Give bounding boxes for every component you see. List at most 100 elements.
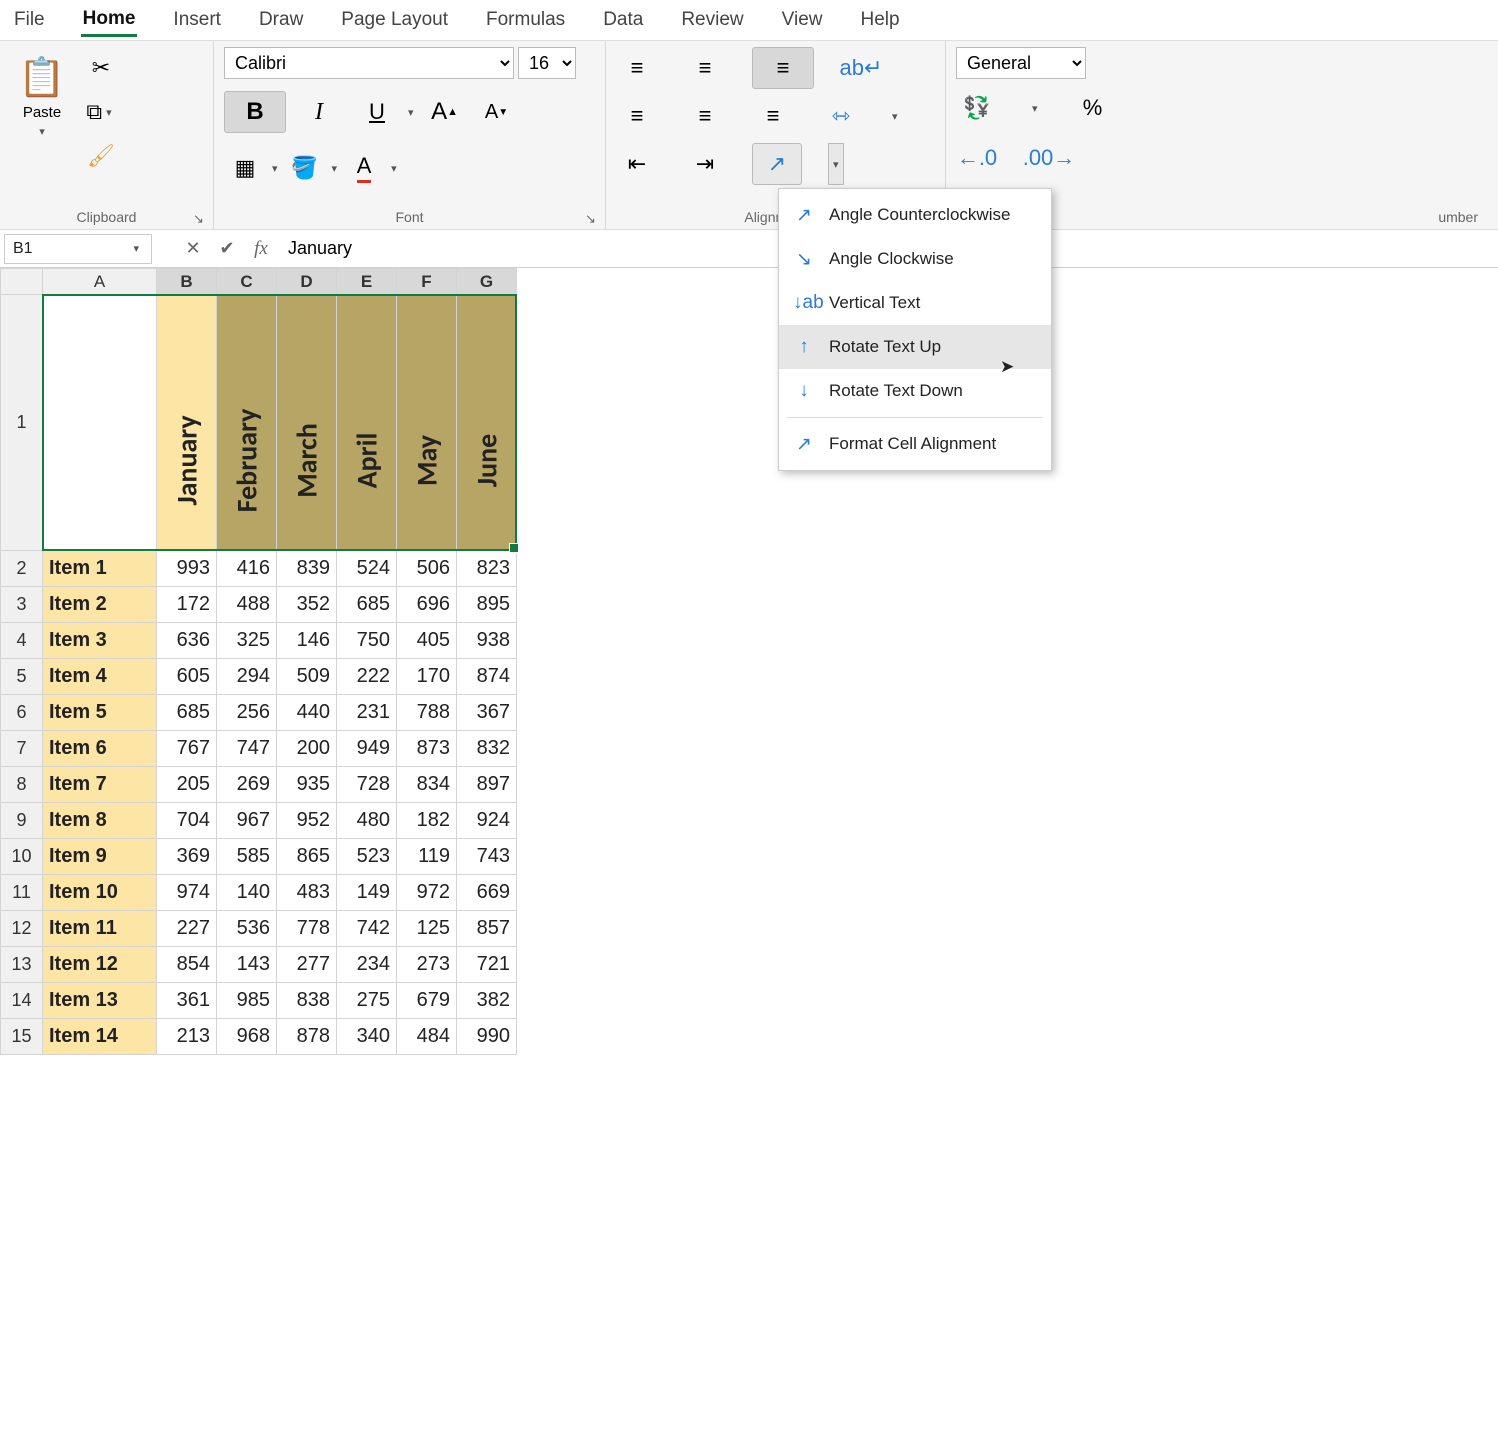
data-cell[interactable]: 340 [337,1019,397,1055]
data-cell[interactable]: 854 [157,947,217,983]
data-cell[interactable]: 205 [157,767,217,803]
col-header-E[interactable]: E [337,269,397,295]
select-all-corner[interactable] [1,269,43,295]
data-cell[interactable]: 416 [217,551,277,587]
data-cell[interactable]: 832 [457,731,517,767]
data-cell[interactable]: 277 [277,947,337,983]
row-header[interactable]: 15 [1,1019,43,1055]
row-label-cell[interactable]: Item 14 [43,1019,157,1055]
data-cell[interactable]: 985 [217,983,277,1019]
paste-button[interactable]: 📋 Paste ▾ [10,47,74,147]
data-cell[interactable]: 585 [217,839,277,875]
font-size-select[interactable]: 16 [518,47,576,79]
name-box[interactable]: B1 ▾ [4,234,152,264]
row-header[interactable]: 13 [1,947,43,983]
row-label-cell[interactable]: Item 7 [43,767,157,803]
data-cell[interactable]: 823 [457,551,517,587]
data-cell[interactable]: 838 [277,983,337,1019]
data-cell[interactable]: 924 [457,803,517,839]
row-label-cell[interactable]: Item 1 [43,551,157,587]
cell[interactable]: January [157,295,217,551]
orientation-button[interactable]: ↗ [752,143,802,185]
chevron-down-icon[interactable]: ▾ [1028,102,1042,115]
data-cell[interactable]: 369 [157,839,217,875]
merge-center-button[interactable]: ⇿ [820,95,862,137]
chevron-down-icon[interactable]: ▾ [328,162,342,175]
data-cell[interactable]: 728 [337,767,397,803]
align-left-button[interactable]: ≡ [616,95,658,137]
row-label-cell[interactable]: Item 13 [43,983,157,1019]
data-cell[interactable]: 967 [217,803,277,839]
wrap-text-button[interactable]: ab↵ [840,47,882,89]
data-cell[interactable]: 696 [397,587,457,623]
confirm-entry-button[interactable]: ✔ [210,234,244,264]
data-cell[interactable]: 685 [337,587,397,623]
row-label-cell[interactable]: Item 9 [43,839,157,875]
orientation-dropdown[interactable]: ▾ [828,143,844,185]
data-cell[interactable]: 895 [457,587,517,623]
data-cell[interactable]: 231 [337,695,397,731]
font-color-button[interactable]: A [343,147,385,189]
data-cell[interactable]: 788 [397,695,457,731]
col-header-G[interactable]: G [457,269,517,295]
data-cell[interactable]: 140 [217,875,277,911]
col-header-C[interactable]: C [217,269,277,295]
tab-draw[interactable]: Draw [257,5,305,35]
data-cell[interactable]: 536 [217,911,277,947]
align-top-button[interactable]: ≡ [616,47,658,89]
data-cell[interactable]: 778 [277,911,337,947]
align-middle-button[interactable]: ≡ [684,47,726,89]
data-cell[interactable]: 325 [217,623,277,659]
fill-color-button[interactable]: 🪣 [284,147,326,189]
data-cell[interactable]: 484 [397,1019,457,1055]
chevron-down-icon[interactable]: ▾ [387,162,401,175]
data-cell[interactable]: 524 [337,551,397,587]
row-header[interactable]: 11 [1,875,43,911]
data-cell[interactable]: 143 [217,947,277,983]
row-label-cell[interactable]: Item 8 [43,803,157,839]
tab-file[interactable]: File [12,5,47,35]
data-cell[interactable]: 256 [217,695,277,731]
italic-button[interactable]: I [288,91,350,133]
data-cell[interactable]: 361 [157,983,217,1019]
data-cell[interactable]: 636 [157,623,217,659]
menu-format-cell-alignment[interactable]: ↗Format Cell Alignment [779,422,1051,466]
underline-button[interactable]: U [352,91,402,133]
row-header[interactable]: 5 [1,659,43,695]
increase-font-button[interactable]: A▲ [420,91,470,133]
decrease-decimal-button[interactable]: .00→ [1028,137,1070,179]
increase-decimal-button[interactable]: ←.0 [956,137,998,179]
accounting-format-button[interactable]: 💱 [956,87,998,129]
tab-view[interactable]: View [780,5,825,35]
row-label-cell[interactable]: Item 2 [43,587,157,623]
decrease-indent-button[interactable]: ⇤ [616,143,658,185]
percent-button[interactable]: % [1072,87,1114,129]
data-cell[interactable]: 367 [457,695,517,731]
row-header[interactable]: 1 [1,295,43,551]
data-cell[interactable]: 743 [457,839,517,875]
menu-vertical-text[interactable]: ↓abVertical Text [779,281,1051,325]
data-cell[interactable]: 227 [157,911,217,947]
tab-data[interactable]: Data [601,5,645,35]
data-cell[interactable]: 172 [157,587,217,623]
col-header-F[interactable]: F [397,269,457,295]
data-cell[interactable]: 839 [277,551,337,587]
tab-insert[interactable]: Insert [171,5,223,35]
align-right-button[interactable]: ≡ [752,95,794,137]
row-header[interactable]: 4 [1,623,43,659]
row-header[interactable]: 6 [1,695,43,731]
data-cell[interactable]: 149 [337,875,397,911]
row-header[interactable]: 14 [1,983,43,1019]
data-cell[interactable]: 506 [397,551,457,587]
data-cell[interactable]: 685 [157,695,217,731]
row-header[interactable]: 3 [1,587,43,623]
cut-button[interactable]: ✂ [80,47,122,89]
data-cell[interactable]: 125 [397,911,457,947]
row-header[interactable]: 2 [1,551,43,587]
tab-formulas[interactable]: Formulas [484,5,567,35]
data-cell[interactable]: 269 [217,767,277,803]
data-cell[interactable]: 704 [157,803,217,839]
format-painter-button[interactable]: 🖌 [80,135,122,177]
data-cell[interactable]: 200 [277,731,337,767]
data-cell[interactable]: 938 [457,623,517,659]
